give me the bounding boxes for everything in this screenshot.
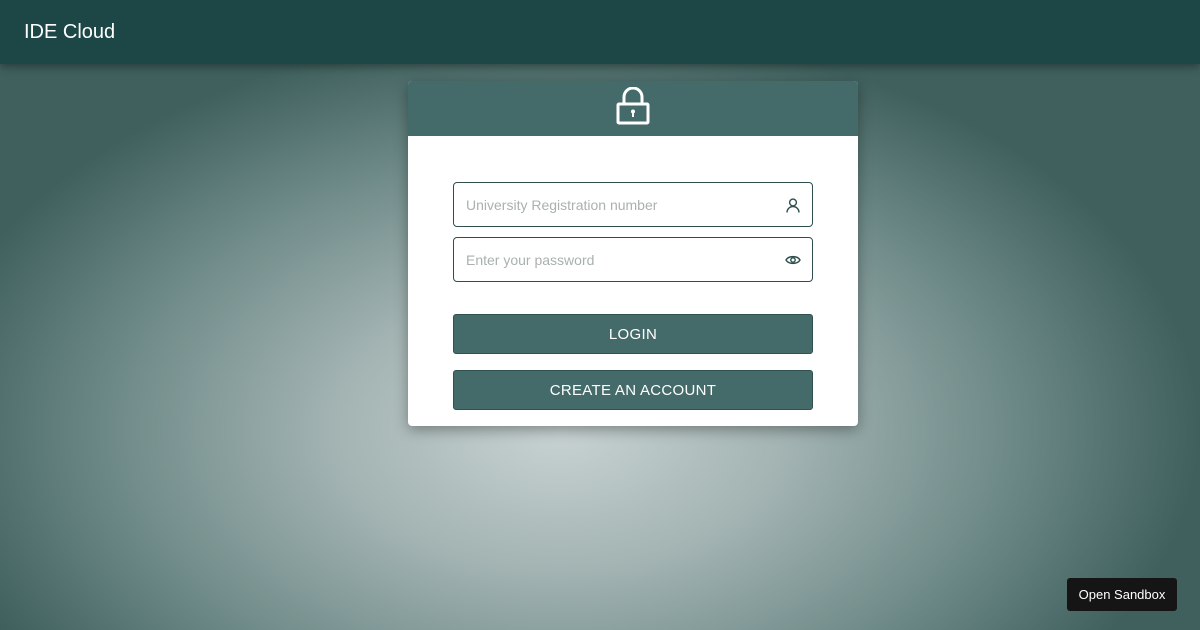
login-button[interactable]: LOGIN — [453, 314, 813, 354]
create-account-button[interactable]: CREATE AN ACCOUNT — [453, 370, 813, 410]
app-title: IDE Cloud — [24, 20, 116, 43]
password-input[interactable] — [454, 238, 764, 281]
top-app-bar: IDE Cloud — [0, 0, 1200, 64]
registration-number-field[interactable] — [453, 182, 813, 227]
registration-number-input[interactable] — [454, 183, 764, 226]
login-card: LOGIN CREATE AN ACCOUNT — [408, 81, 858, 426]
login-card-header — [408, 81, 858, 136]
lock-icon — [615, 86, 651, 130]
open-sandbox-button[interactable]: Open Sandbox — [1067, 578, 1177, 611]
password-field[interactable] — [453, 237, 813, 282]
user-icon — [784, 196, 802, 214]
eye-icon[interactable] — [784, 251, 802, 269]
